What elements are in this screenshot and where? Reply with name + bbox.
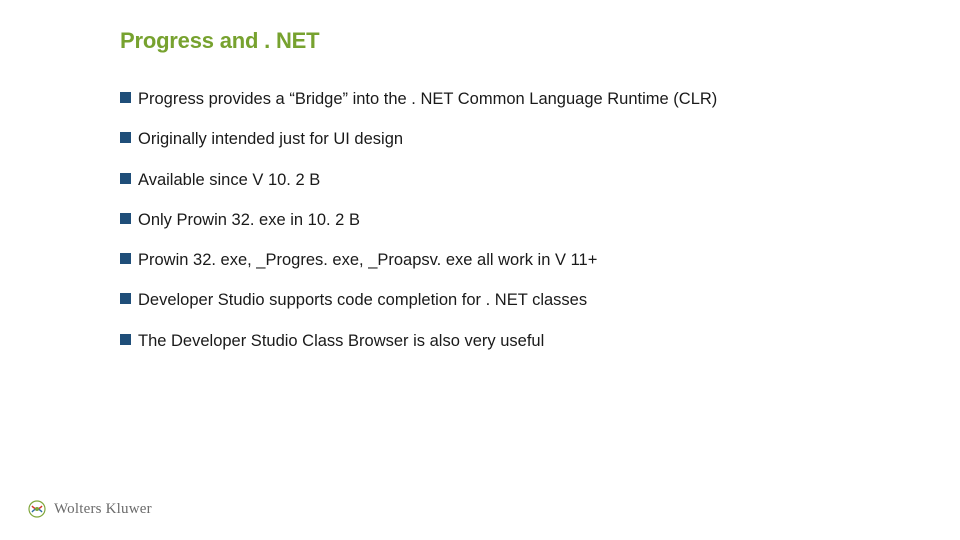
list-item: Available since V 10. 2 B bbox=[120, 169, 840, 191]
footer-brand: Wolters Kluwer bbox=[54, 501, 152, 518]
slide-title: Progress and . NET bbox=[120, 28, 840, 54]
wolters-kluwer-logo-icon bbox=[28, 500, 46, 518]
bullet-list: Progress provides a “Bridge” into the . … bbox=[120, 88, 840, 352]
list-item: Originally intended just for UI design bbox=[120, 128, 840, 150]
list-item: Progress provides a “Bridge” into the . … bbox=[120, 88, 840, 110]
slide: Progress and . NET Progress provides a “… bbox=[0, 0, 960, 540]
list-item: Developer Studio supports code completio… bbox=[120, 289, 840, 311]
list-item: Prowin 32. exe, _Progres. exe, _Proapsv.… bbox=[120, 249, 840, 271]
footer: Wolters Kluwer bbox=[28, 500, 152, 518]
list-item: Only Prowin 32. exe in 10. 2 B bbox=[120, 209, 840, 231]
list-item: The Developer Studio Class Browser is al… bbox=[120, 330, 840, 352]
